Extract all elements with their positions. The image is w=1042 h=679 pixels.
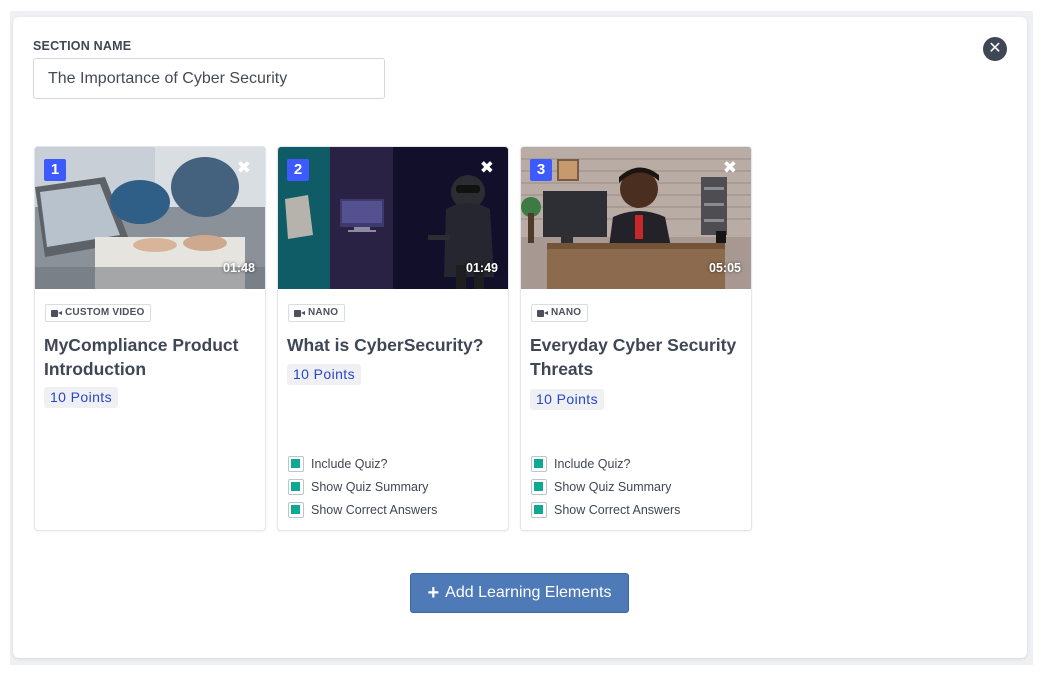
video-duration: 01:49	[466, 261, 498, 275]
video-camera-icon	[51, 309, 62, 317]
element-type-badge: NANO	[288, 304, 346, 322]
option-label: Show Correct Answers	[311, 503, 438, 517]
points-badge: 10 Points	[287, 364, 361, 385]
include-quiz-option[interactable]: Include Quiz?	[288, 456, 387, 472]
video-thumbnail[interactable]: 3 ✖ 05:05	[521, 147, 751, 289]
element-type-badge: CUSTOM VIDEO	[45, 304, 152, 322]
learning-element-card[interactable]: 1 ✖ 01:48 CUSTOM VIDEO MyCompliance Prod…	[34, 146, 266, 531]
show-correct-answers-checkbox[interactable]	[288, 502, 304, 518]
show-correct-answers-option[interactable]: Show Correct Answers	[531, 502, 680, 518]
option-label: Include Quiz?	[311, 457, 388, 471]
show-quiz-summary-option[interactable]: Show Quiz Summary	[531, 479, 671, 495]
section-name-label: SECTION NAME	[33, 39, 132, 53]
learning-element-card[interactable]: 2 ✖ 01:49 NANO What is CyberSecurity? 10…	[277, 146, 509, 531]
points-badge: 10 Points	[44, 387, 118, 408]
element-title: Everyday Cyber Security Threats	[530, 335, 737, 379]
element-type-badge: NANO	[531, 304, 589, 322]
add-learning-elements-button[interactable]: + Add Learning Elements	[410, 573, 629, 613]
option-label: Show Quiz Summary	[554, 480, 672, 494]
element-number-badge: 1	[44, 159, 66, 181]
element-type-label: NANO	[551, 307, 582, 318]
plus-icon: +	[427, 582, 440, 604]
option-label: Show Correct Answers	[554, 503, 681, 517]
element-title: MyCompliance Product Introduction	[44, 335, 239, 379]
video-camera-icon	[294, 309, 305, 317]
section-name-input[interactable]	[33, 58, 385, 99]
element-number-badge: 3	[530, 159, 552, 181]
element-title: What is CyberSecurity?	[287, 335, 484, 355]
option-label: Include Quiz?	[554, 457, 631, 471]
video-duration: 01:48	[223, 261, 255, 275]
remove-element-icon[interactable]: ✖	[237, 158, 251, 178]
show-quiz-summary-checkbox[interactable]	[531, 479, 547, 495]
remove-element-icon[interactable]: ✖	[723, 158, 737, 178]
option-label: Show Quiz Summary	[311, 480, 429, 494]
include-quiz-checkbox[interactable]	[288, 456, 304, 472]
show-correct-answers-checkbox[interactable]	[531, 502, 547, 518]
element-type-label: NANO	[308, 307, 339, 318]
show-quiz-summary-option[interactable]: Show Quiz Summary	[288, 479, 428, 495]
add-learning-elements-label: Add Learning Elements	[445, 584, 612, 601]
video-thumbnail[interactable]: 2 ✖ 01:49	[278, 147, 508, 289]
include-quiz-checkbox[interactable]	[531, 456, 547, 472]
remove-element-icon[interactable]: ✖	[480, 158, 494, 178]
learning-element-card[interactable]: 3 ✖ 05:05 NANO Everyday Cyber Security T…	[520, 146, 752, 531]
close-section-icon[interactable]: ✕	[983, 37, 1007, 61]
element-number-badge: 2	[287, 159, 309, 181]
points-badge: 10 Points	[530, 389, 604, 410]
include-quiz-option[interactable]: Include Quiz?	[531, 456, 630, 472]
video-duration: 05:05	[709, 261, 741, 275]
show-correct-answers-option[interactable]: Show Correct Answers	[288, 502, 437, 518]
element-type-label: CUSTOM VIDEO	[65, 307, 145, 318]
video-camera-icon	[537, 309, 548, 317]
show-quiz-summary-checkbox[interactable]	[288, 479, 304, 495]
video-thumbnail[interactable]: 1 ✖ 01:48	[35, 147, 265, 289]
